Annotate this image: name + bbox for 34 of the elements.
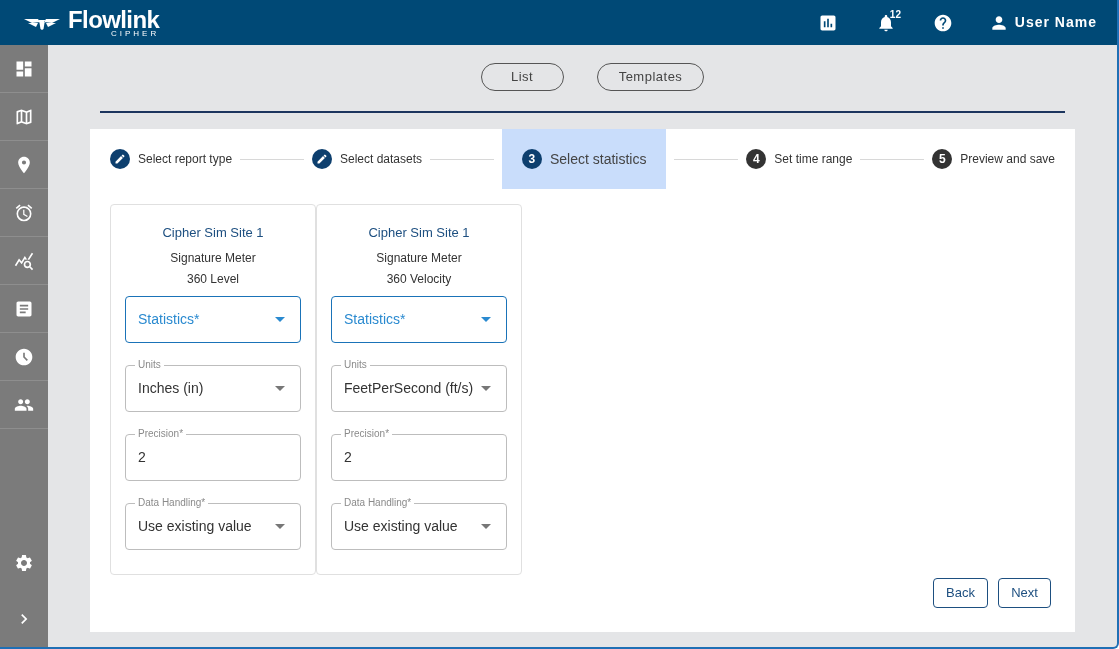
dropdown-caret-icon [275,385,285,391]
app-logo: Flowlink CIPHER [68,7,160,38]
nav-button[interactable]: Back [933,578,988,608]
channel-name: 360 Velocity [385,270,453,288]
settings-icon[interactable] [14,553,34,573]
step-number: 4 [746,149,767,169]
dropdown-caret-icon [275,316,285,322]
help-icon[interactable] [932,12,953,33]
site-name: Cipher Sim Site 1 [161,224,265,242]
meter-name: Signature Meter [375,249,463,267]
dropdown-caret-icon [481,523,491,529]
chart-search-icon[interactable] [14,250,34,271]
site-name: Cipher Sim Site 1 [367,224,471,242]
meter-name: Signature Meter [169,249,257,267]
wizard-step[interactable]: 4 Set time range [746,129,853,189]
wizard-step[interactable]: 3 Select statistics [501,129,667,189]
edit-pencil-icon [311,149,332,169]
user-name[interactable]: User Name [1014,12,1097,33]
wizard-step[interactable]: Select report type [110,129,233,189]
dropdown-caret-icon [481,316,491,322]
channel-name: 360 Level [185,270,240,288]
step-number: 3 [521,149,542,169]
wizard-step[interactable]: 5 Preview and save [932,129,1055,189]
nav-button[interactable]: Next [998,578,1051,608]
select-field[interactable]: Statistics* [125,295,301,343]
notification-count: 12 [889,7,901,22]
clock-icon[interactable] [14,346,34,367]
step-number: 5 [932,149,953,169]
dropdown-caret-icon [481,385,491,391]
alarm-clock-icon[interactable] [14,202,34,223]
edit-pencil-icon [110,149,130,169]
select-field[interactable]: Statistics* [331,295,507,343]
dropdown-caret-icon [275,523,285,529]
wizard-step[interactable]: Select datasets [311,129,423,189]
